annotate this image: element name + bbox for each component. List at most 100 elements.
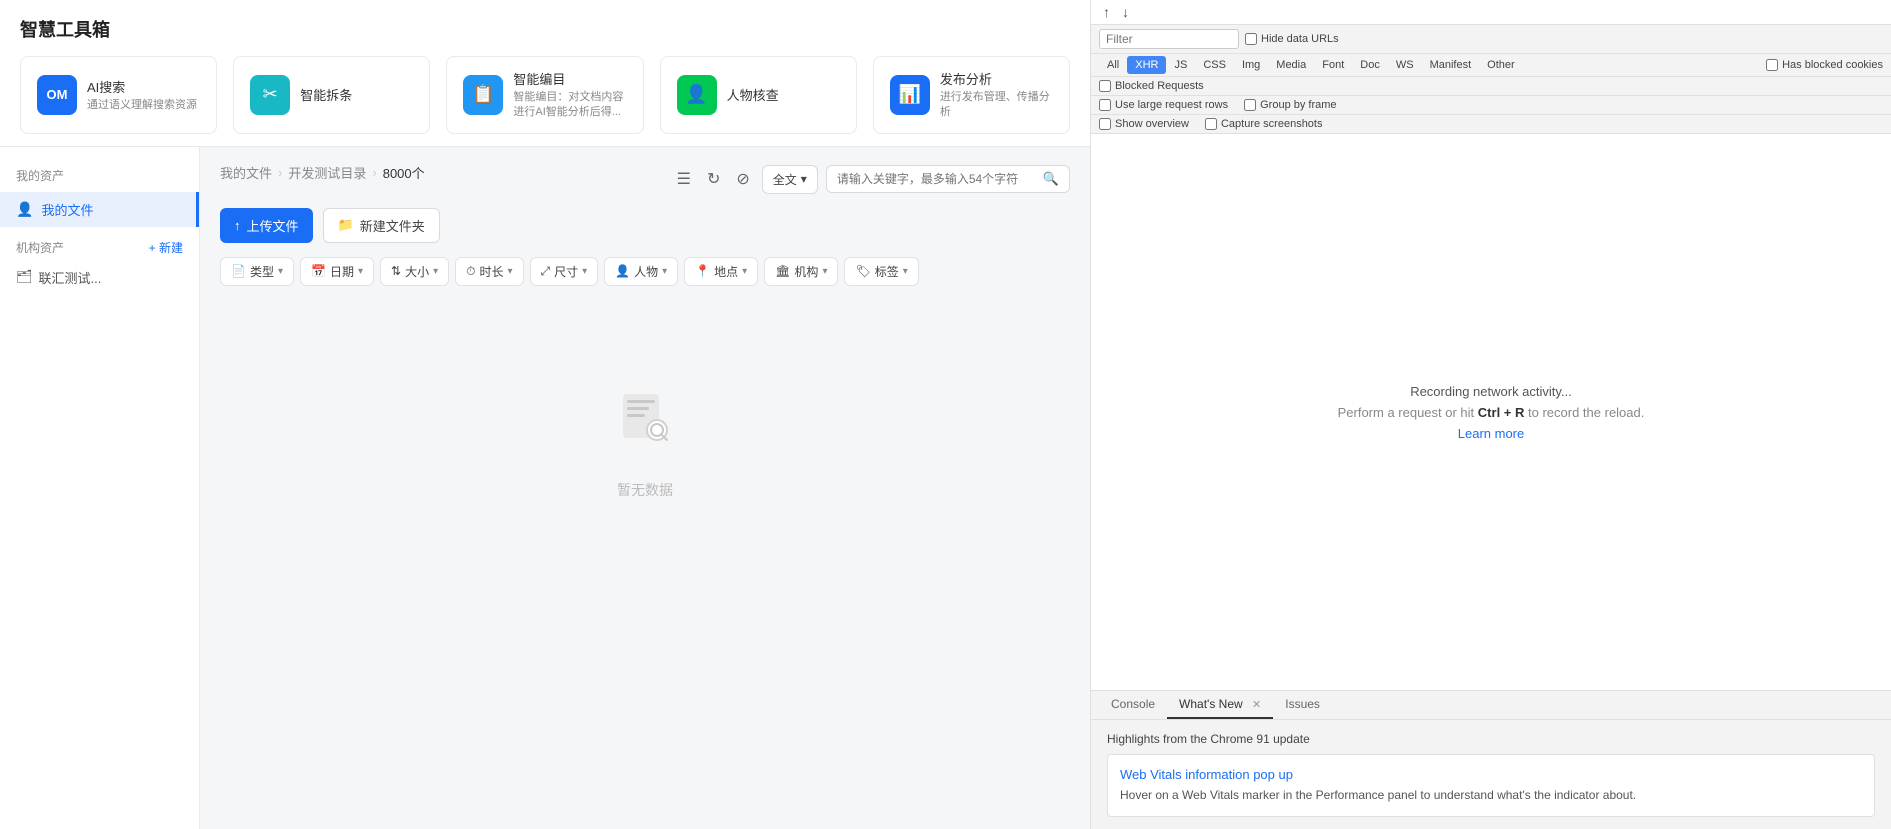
tool-icon-ai-search: OM <box>37 75 77 115</box>
filter-dimension[interactable]: ⤢ 尺寸 ▾ <box>530 257 599 286</box>
network-options-row2: Use large request rows Group by frame <box>1091 96 1891 115</box>
new-folder-label: 新建文件夹 <box>360 216 425 235</box>
person-chevron-icon: ▾ <box>662 266 667 277</box>
type-tab-js[interactable]: JS <box>1166 56 1195 74</box>
location-chevron-icon: ▾ <box>742 266 747 277</box>
show-overview-option[interactable]: Show overview <box>1099 118 1189 130</box>
full-text-dropdown[interactable]: 全文 ▾ <box>762 165 818 194</box>
upload-icon: ↑ <box>234 218 241 233</box>
org-new-button[interactable]: + 新建 <box>149 239 183 256</box>
full-text-label: 全文 <box>773 171 797 188</box>
capture-screenshots-checkbox[interactable] <box>1205 118 1217 130</box>
filter-size[interactable]: ⇅ 大小 ▾ <box>380 257 449 286</box>
type-tab-img[interactable]: Img <box>1234 56 1268 74</box>
devtools-next-button[interactable]: ↓ <box>1118 2 1133 22</box>
use-large-rows-option[interactable]: Use large request rows <box>1099 99 1228 111</box>
capture-screenshots-option[interactable]: Capture screenshots <box>1205 118 1323 130</box>
filter-type[interactable]: 📄 类型 ▾ <box>220 257 294 286</box>
tool-icon-catalog: 📋 <box>463 75 503 115</box>
filter-duration-label: 时长 <box>479 263 503 280</box>
left-panel: 智慧工具箱 OM AI搜索 通过语义理解搜索资源 ✂ 智能拆条 📋 智能编目 <box>0 0 1090 829</box>
devtools-prev-button[interactable]: ↑ <box>1099 2 1114 22</box>
org-item-label: 联汇测试... <box>39 268 102 287</box>
org-item-lianhui[interactable]: 🗂 联汇测试... <box>0 260 199 295</box>
use-large-rows-checkbox[interactable] <box>1099 99 1111 111</box>
dimension-chevron-icon: ▾ <box>582 266 587 277</box>
tool-cards: OM AI搜索 通过语义理解搜索资源 ✂ 智能拆条 📋 智能编目 智能编目：对文… <box>20 56 1070 134</box>
sidebar-item-my-files[interactable]: 👤 我的文件 <box>0 192 199 227</box>
devtools-bottom: Console What's New ✕ Issues Highlights f… <box>1091 690 1891 829</box>
ctrl-r-text: Ctrl + R <box>1478 405 1525 420</box>
new-folder-button[interactable]: 📁 新建文件夹 <box>323 208 440 243</box>
type-tab-doc[interactable]: Doc <box>1352 56 1388 74</box>
tool-card-person[interactable]: 👤 人物核查 <box>660 56 857 134</box>
blocked-requests-option[interactable]: Blocked Requests <box>1099 80 1204 92</box>
org-assets-header: 机构资产 + 新建 <box>0 227 199 260</box>
filter-location-label: 地点 <box>714 263 738 280</box>
whats-new-tab[interactable]: What's New ✕ <box>1167 691 1273 719</box>
search-input[interactable] <box>837 172 1037 186</box>
issues-tab[interactable]: Issues <box>1273 691 1332 719</box>
group-by-frame-checkbox[interactable] <box>1244 99 1256 111</box>
learn-more-link[interactable]: Learn more <box>1458 426 1524 441</box>
tool-name-split: 智能拆条 <box>300 85 352 104</box>
tool-card-ai-search[interactable]: OM AI搜索 通过语义理解搜索资源 <box>20 56 217 134</box>
type-tab-media[interactable]: Media <box>1268 56 1314 74</box>
refresh-button[interactable]: ↻ <box>703 165 724 193</box>
type-tab-ws[interactable]: WS <box>1388 56 1422 74</box>
tool-desc-ai-search: 通过语义理解搜索资源 <box>87 98 197 113</box>
type-tab-all[interactable]: All <box>1099 56 1127 74</box>
type-tab-css[interactable]: CSS <box>1195 56 1234 74</box>
filter-date-label: 日期 <box>330 263 354 280</box>
filter-org[interactable]: 🏛 机构 ▾ <box>764 257 838 286</box>
filter-button[interactable]: ⊘ <box>732 165 753 193</box>
whats-new-close-icon[interactable]: ✕ <box>1252 699 1261 711</box>
breadcrumb-folder[interactable]: 开发测试目录 <box>288 163 366 182</box>
main-content: 我的文件 › 开发测试目录 › 8000个 ☰ ↻ ⊘ 全文 ▾ <box>200 147 1090 829</box>
duration-chevron-icon: ▾ <box>508 266 513 277</box>
type-filter-bar: All XHR JS CSS Img Media Font Doc WS Man… <box>1091 54 1891 77</box>
filter-duration[interactable]: ⏱ 时长 ▾ <box>455 257 523 286</box>
breadcrumb-root[interactable]: 我的文件 <box>220 163 272 182</box>
filter-org-label: 机构 <box>794 263 818 280</box>
sidebar: 我的资产 👤 我的文件 机构资产 + 新建 🗂 联汇测试... <box>0 147 200 829</box>
whats-new-link[interactable]: Web Vitals information pop up <box>1120 767 1862 782</box>
action-bar: ↑ 上传文件 📁 新建文件夹 <box>220 208 1070 243</box>
filter-date[interactable]: 📅 日期 ▾ <box>300 257 374 286</box>
list-view-button[interactable]: ☰ <box>673 165 695 193</box>
console-tab[interactable]: Console <box>1099 691 1167 719</box>
tool-card-split[interactable]: ✂ 智能拆条 <box>233 56 430 134</box>
empty-icon <box>613 386 677 464</box>
group-by-frame-option[interactable]: Group by frame <box>1244 99 1336 111</box>
tool-name-publish: 发布分析 <box>940 69 1053 88</box>
tool-card-catalog[interactable]: 📋 智能编目 智能编目：对文档内容进行AI智能分析后得... <box>446 56 643 134</box>
search-box: 🔍 <box>826 165 1070 193</box>
empty-state: 暂无数据 <box>220 306 1070 580</box>
network-toolbar: Hide data URLs <box>1091 25 1891 54</box>
filter-tag-label: 标签 <box>875 263 899 280</box>
show-overview-checkbox[interactable] <box>1099 118 1111 130</box>
filter-tag[interactable]: 🏷 标签 ▾ <box>844 257 918 286</box>
has-blocked-cookies-label[interactable]: Has blocked cookies <box>1766 59 1883 71</box>
has-blocked-cookies-checkbox[interactable] <box>1766 59 1778 71</box>
breadcrumb: 我的文件 › 开发测试目录 › 8000个 <box>220 163 425 182</box>
type-tab-manifest[interactable]: Manifest <box>1422 56 1480 74</box>
duration-icon: ⏱ <box>466 264 475 279</box>
blocked-requests-checkbox[interactable] <box>1099 80 1111 92</box>
bottom-tabs: Console What's New ✕ Issues <box>1091 691 1891 720</box>
tool-card-publish[interactable]: 📊 发布分析 进行发布管理、传播分析 <box>873 56 1070 134</box>
org-item-icon: 🗂 <box>16 269 33 285</box>
type-tab-font[interactable]: Font <box>1314 56 1352 74</box>
network-filter-input[interactable] <box>1099 29 1239 49</box>
whats-new-item: Web Vitals information pop up Hover on a… <box>1107 754 1875 817</box>
upload-button[interactable]: ↑ 上传文件 <box>220 208 313 243</box>
highlights-title: Highlights from the Chrome 91 update <box>1107 732 1875 746</box>
hide-data-urls-checkbox[interactable] <box>1245 33 1257 45</box>
type-tab-other[interactable]: Other <box>1479 56 1523 74</box>
hide-data-urls-label[interactable]: Hide data URLs <box>1245 33 1339 45</box>
network-options-row3: Show overview Capture screenshots <box>1091 115 1891 134</box>
tag-chevron-icon: ▾ <box>903 266 908 277</box>
type-tab-xhr[interactable]: XHR <box>1127 56 1166 74</box>
filter-location[interactable]: 📍 地点 ▾ <box>684 257 758 286</box>
filter-person[interactable]: 👤 人物 ▾ <box>604 257 678 286</box>
